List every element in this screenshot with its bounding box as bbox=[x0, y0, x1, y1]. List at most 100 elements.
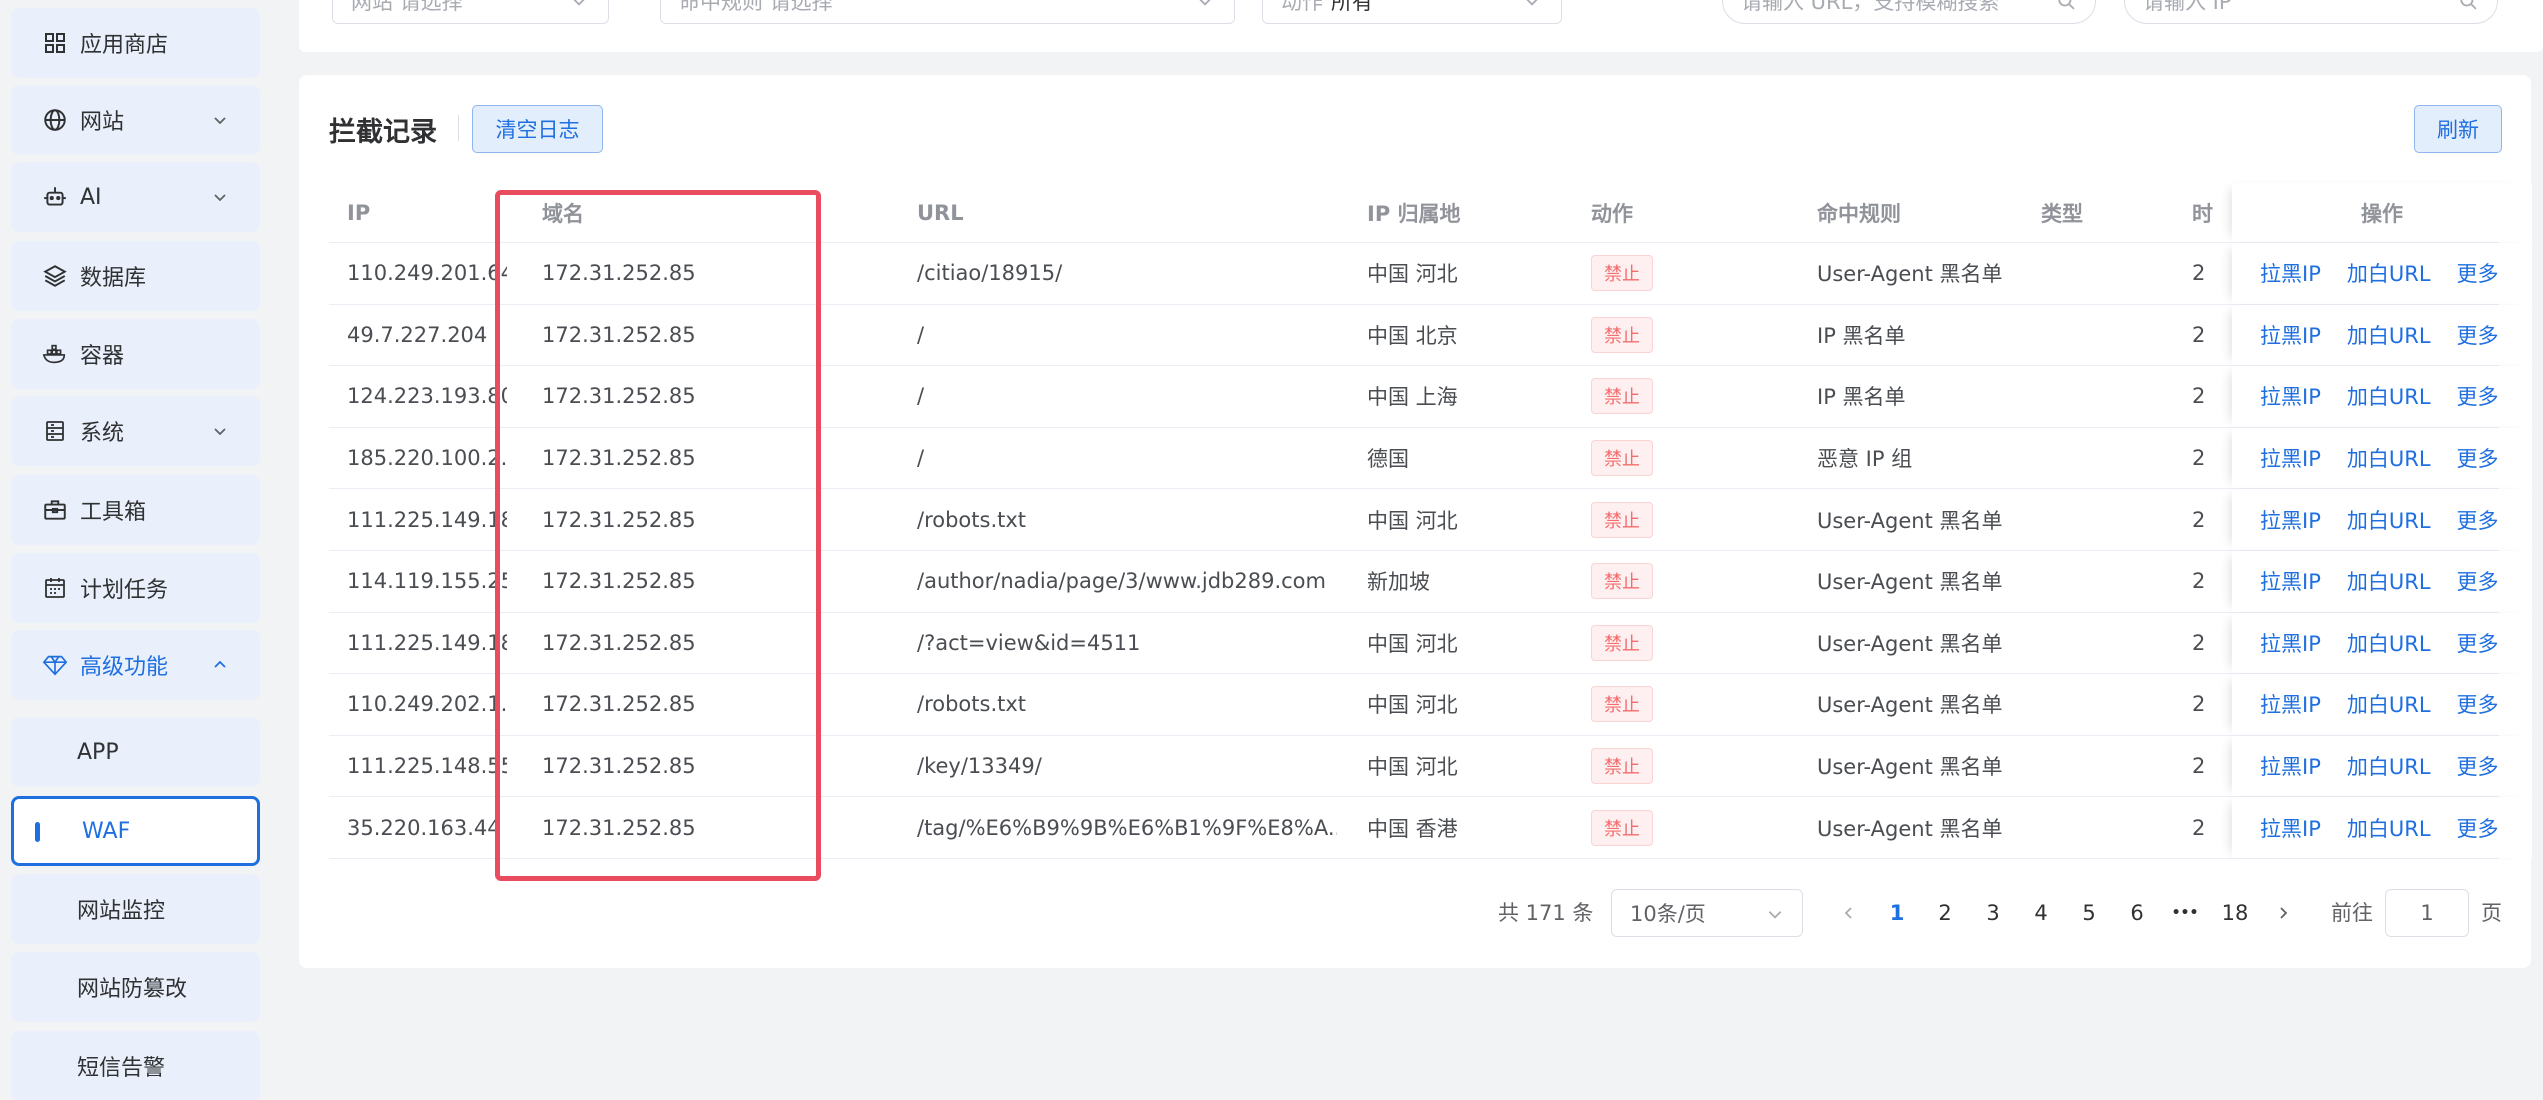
column-header-ip[interactable]: IP bbox=[347, 183, 370, 242]
sidebar-item-system[interactable]: 系统 bbox=[11, 396, 260, 466]
cell-action: 禁止 bbox=[1591, 736, 1653, 797]
sidebar-item-website[interactable]: 网站 bbox=[11, 85, 260, 155]
block-ip-link[interactable]: 拉黑IP bbox=[2260, 566, 2321, 596]
cell-ops: 拉黑IP 加白URL 更多 bbox=[2260, 243, 2525, 304]
more-link[interactable]: 更多 bbox=[2457, 505, 2499, 535]
more-link[interactable]: 更多 bbox=[2457, 320, 2499, 350]
more-link[interactable]: 更多 bbox=[2457, 813, 2499, 843]
sidebar-item-toolbox[interactable]: 工具箱 bbox=[11, 475, 260, 545]
table-body: 110.249.201.64 172.31.252.85/citiao/18915… bbox=[329, 243, 2532, 859]
more-link[interactable]: 更多 bbox=[2457, 258, 2499, 288]
cell-location: 德国 bbox=[1367, 447, 1409, 472]
page-1[interactable]: 1 bbox=[1877, 889, 1917, 937]
sidebar-item-label: 系统 bbox=[80, 421, 125, 446]
page-5[interactable]: 5 bbox=[2069, 889, 2109, 937]
column-header-time[interactable]: 时 bbox=[2192, 183, 2222, 242]
sidebar-sub-label: WAF bbox=[82, 818, 131, 844]
page-size-select[interactable]: 10条/页 bbox=[1611, 889, 1803, 937]
sidebar-sub-app[interactable]: APP bbox=[11, 717, 260, 787]
block-ip-link[interactable]: 拉黑IP bbox=[2260, 628, 2321, 658]
whitelist-url-link[interactable]: 加白URL bbox=[2347, 320, 2431, 350]
column-header-url[interactable]: URL bbox=[917, 183, 964, 242]
whitelist-url-link[interactable]: 加白URL bbox=[2347, 566, 2431, 596]
cell-location: 中国 香港 bbox=[1367, 816, 1458, 841]
block-ip-link[interactable]: 拉黑IP bbox=[2260, 689, 2321, 719]
sidebar-item-app-store[interactable]: 应用商店 bbox=[11, 8, 260, 78]
sidebar-item-ai[interactable]: AI bbox=[11, 162, 260, 232]
fixed-ops-column: 拉黑IP 加白URL 更多 bbox=[2232, 612, 2532, 674]
more-link[interactable]: 更多 bbox=[2457, 628, 2499, 658]
whitelist-url-link[interactable]: 加白URL bbox=[2347, 381, 2431, 411]
more-link[interactable]: 更多 bbox=[2457, 566, 2499, 596]
sidebar-item-advanced[interactable]: 高级功能 bbox=[11, 630, 260, 700]
page-4[interactable]: 4 bbox=[2021, 889, 2061, 937]
page-last[interactable]: 18 bbox=[2215, 889, 2255, 937]
block-ip-link[interactable]: 拉黑IP bbox=[2260, 751, 2321, 781]
column-header-location[interactable]: IP 归属地 bbox=[1367, 183, 1461, 242]
whitelist-url-link[interactable]: 加白URL bbox=[2347, 628, 2431, 658]
cell-action: 禁止 bbox=[1591, 428, 1653, 489]
cell-url: /key/13349/ bbox=[917, 754, 1042, 779]
cell-rule: User-Agent 黑名单 bbox=[1817, 631, 2003, 656]
column-header-domain[interactable]: 域名 bbox=[542, 183, 584, 242]
sidebar-item-label: 计划任务 bbox=[80, 578, 169, 603]
sidebar-item-database[interactable]: 数据库 bbox=[11, 241, 260, 311]
prev-page-button[interactable] bbox=[1829, 889, 1869, 937]
sidebar-sub-tamper-protect[interactable]: 网站防篡改 bbox=[11, 952, 260, 1022]
page-6[interactable]: 6 bbox=[2117, 889, 2157, 937]
more-link[interactable]: 更多 bbox=[2457, 443, 2499, 473]
cell-url: / bbox=[917, 322, 925, 347]
goto-page-input[interactable] bbox=[2385, 889, 2469, 937]
cell-time: 2 bbox=[2192, 754, 2206, 779]
column-header-type[interactable]: 类型 bbox=[2041, 183, 2083, 242]
block-ip-link[interactable]: 拉黑IP bbox=[2260, 443, 2321, 473]
whitelist-url-link[interactable]: 加白URL bbox=[2347, 689, 2431, 719]
whitelist-url-link[interactable]: 加白URL bbox=[2347, 751, 2431, 781]
cell-rule: IP 黑名单 bbox=[1817, 385, 1906, 410]
column-header-rule[interactable]: 命中规则 bbox=[1817, 183, 1901, 242]
block-ip-link[interactable]: 拉黑IP bbox=[2260, 320, 2321, 350]
column-header-action[interactable]: 动作 bbox=[1591, 183, 1633, 242]
page-2[interactable]: 2 bbox=[1925, 889, 1965, 937]
chevron-down-icon bbox=[210, 187, 230, 207]
cell-time: 2 bbox=[2192, 815, 2206, 840]
more-link[interactable]: 更多 bbox=[2457, 689, 2499, 719]
cell-location: 中国 河北 bbox=[1367, 755, 1458, 780]
sidebar-sub-waf[interactable]: WAF bbox=[11, 796, 260, 866]
block-ip-link[interactable]: 拉黑IP bbox=[2260, 813, 2321, 843]
cell-url: /author/nadia/page/3/www.jdb289.com bbox=[917, 569, 1326, 594]
refresh-button[interactable]: 刷新 bbox=[2414, 105, 2502, 153]
block-ip-link[interactable]: 拉黑IP bbox=[2260, 381, 2321, 411]
sidebar-sub-sms-alert[interactable]: 短信告警 bbox=[11, 1031, 260, 1100]
chevron-left-icon bbox=[1844, 907, 1852, 919]
cell-domain: 172.31.252.85 bbox=[542, 507, 696, 532]
cell-action: 禁止 bbox=[1591, 797, 1653, 858]
whitelist-url-link[interactable]: 加白URL bbox=[2347, 258, 2431, 288]
cell-action: 禁止 bbox=[1591, 366, 1653, 427]
clear-log-button[interactable]: 清空日志 bbox=[472, 105, 603, 153]
cell-time: 2 bbox=[2192, 630, 2206, 655]
more-link[interactable]: 更多 bbox=[2457, 381, 2499, 411]
sidebar-item-container[interactable]: 容器 bbox=[11, 319, 260, 389]
whitelist-url-link[interactable]: 加白URL bbox=[2347, 443, 2431, 473]
block-ip-link[interactable]: 拉黑IP bbox=[2260, 505, 2321, 535]
sidebar-item-cron[interactable]: 计划任务 bbox=[11, 553, 260, 623]
grid-icon bbox=[42, 30, 68, 56]
cell-time: 2 bbox=[2192, 261, 2206, 286]
cell-ip: 111.225.148.55 bbox=[347, 754, 507, 779]
page-ellipsis[interactable]: ••• bbox=[2165, 889, 2205, 937]
sidebar-sub-label: 网站防篡改 bbox=[77, 977, 188, 1002]
cell-time: 2 bbox=[2192, 507, 2206, 532]
whitelist-url-link[interactable]: 加白URL bbox=[2347, 813, 2431, 843]
next-page-button[interactable] bbox=[2263, 889, 2303, 937]
chevron-down-icon bbox=[210, 421, 230, 441]
sidebar-sub-site-monitor[interactable]: 网站监控 bbox=[11, 874, 260, 944]
block-ip-link[interactable]: 拉黑IP bbox=[2260, 258, 2321, 288]
layers-icon bbox=[42, 263, 68, 289]
page-3[interactable]: 3 bbox=[1973, 889, 2013, 937]
cell-rule: User-Agent 黑名单 bbox=[1817, 755, 2003, 780]
cell-ops: 拉黑IP 加白URL 更多 bbox=[2260, 736, 2525, 797]
table-row: 111.225.148.55 172.31.252.85/key/13349/中国… bbox=[329, 735, 2532, 798]
more-link[interactable]: 更多 bbox=[2457, 751, 2499, 781]
whitelist-url-link[interactable]: 加白URL bbox=[2347, 505, 2431, 535]
